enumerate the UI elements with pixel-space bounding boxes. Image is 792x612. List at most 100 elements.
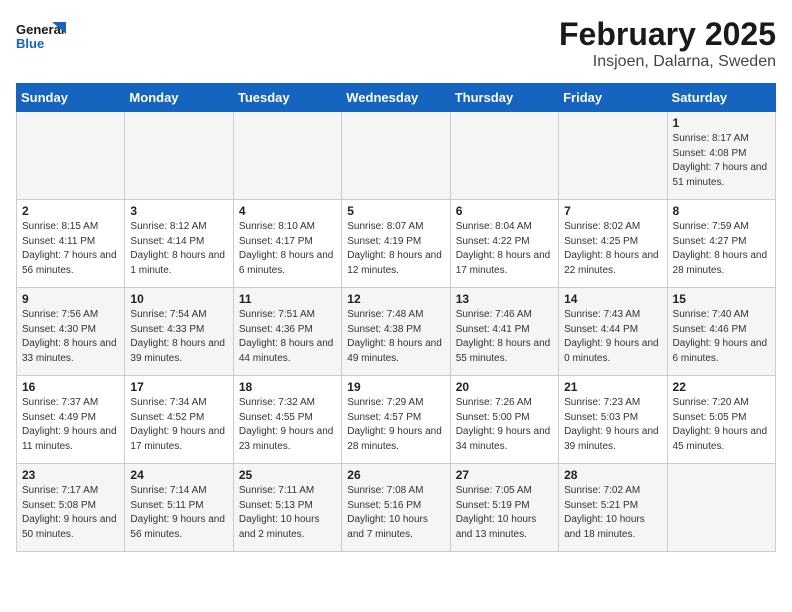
day-cell: 23 Sunrise: 7:17 AM Sunset: 5:08 PM Dayli…: [17, 464, 125, 552]
day-number: 16: [22, 380, 119, 394]
day-cell: 18 Sunrise: 7:32 AM Sunset: 4:55 PM Dayli…: [233, 376, 341, 464]
day-number: 10: [130, 292, 227, 306]
week-row-4: 16Sunrise: 7:37 AM Sunset: 4:49 PM Dayli…: [17, 376, 776, 464]
main-title: February 2025: [559, 16, 776, 53]
header-cell-sunday: Sunday: [17, 84, 125, 112]
week-row-5: 23 Sunrise: 7:17 AM Sunset: 5:08 PM Dayli…: [17, 464, 776, 552]
day-info: Sunrise: 7:34 AM Sunset: 4:52 PM Dayligh…: [130, 396, 227, 454]
day-info: Sunrise: 7:20 AM Sunset: 5:05 PM Dayligh…: [673, 396, 770, 454]
day-number: 17: [130, 380, 227, 394]
day-info: Sunrise: 7:29 AM Sunset: 4:57 PM Dayligh…: [347, 396, 444, 454]
day-cell: 14Sunrise: 7:43 AM Sunset: 4:44 PM Dayli…: [559, 288, 667, 376]
day-info: Sunrise: 8:04 AM Sunset: 4:22 PM Dayligh…: [456, 220, 553, 278]
day-cell: [233, 112, 341, 200]
day-cell: 2 Sunrise: 8:15 AM Sunset: 4:11 PM Daylig…: [17, 200, 125, 288]
day-cell: 22 Sunrise: 7:20 AM Sunset: 5:05 PM Dayli…: [667, 376, 775, 464]
day-cell: 15 Sunrise: 7:40 AM Sunset: 4:46 PM Dayli…: [667, 288, 775, 376]
header-cell-wednesday: Wednesday: [342, 84, 450, 112]
day-cell: [450, 112, 558, 200]
day-cell: [125, 112, 233, 200]
day-number: 1: [673, 116, 770, 130]
day-number: 4: [239, 204, 336, 218]
day-number: 19: [347, 380, 444, 394]
day-cell: 13 Sunrise: 7:46 AM Sunset: 4:41 PM Dayli…: [450, 288, 558, 376]
day-cell: 19 Sunrise: 7:29 AM Sunset: 4:57 PM Dayli…: [342, 376, 450, 464]
day-number: 6: [456, 204, 553, 218]
week-row-2: 2 Sunrise: 8:15 AM Sunset: 4:11 PM Daylig…: [17, 200, 776, 288]
day-cell: 17 Sunrise: 7:34 AM Sunset: 4:52 PM Dayli…: [125, 376, 233, 464]
title-area: February 2025 Insjoen, Dalarna, Sweden: [559, 16, 776, 71]
header-cell-monday: Monday: [125, 84, 233, 112]
day-number: 3: [130, 204, 227, 218]
day-cell: [342, 112, 450, 200]
day-number: 25: [239, 468, 336, 482]
day-cell: 12 Sunrise: 7:48 AM Sunset: 4:38 PM Dayli…: [342, 288, 450, 376]
day-number: 15: [673, 292, 770, 306]
day-number: 7: [564, 204, 661, 218]
header-cell-thursday: Thursday: [450, 84, 558, 112]
day-number: 27: [456, 468, 553, 482]
day-info: Sunrise: 7:32 AM Sunset: 4:55 PM Dayligh…: [239, 396, 336, 454]
day-cell: 25Sunrise: 7:11 AM Sunset: 5:13 PM Dayli…: [233, 464, 341, 552]
day-info: Sunrise: 7:23 AM Sunset: 5:03 PM Dayligh…: [564, 396, 661, 454]
day-number: 21: [564, 380, 661, 394]
day-number: 26: [347, 468, 444, 482]
week-row-3: 9Sunrise: 7:56 AM Sunset: 4:30 PM Daylig…: [17, 288, 776, 376]
day-info: Sunrise: 7:40 AM Sunset: 4:46 PM Dayligh…: [673, 308, 770, 366]
day-cell: 24 Sunrise: 7:14 AM Sunset: 5:11 PM Dayli…: [125, 464, 233, 552]
subtitle: Insjoen, Dalarna, Sweden: [559, 53, 776, 71]
day-cell: 8 Sunrise: 7:59 AM Sunset: 4:27 PM Daylig…: [667, 200, 775, 288]
day-number: 12: [347, 292, 444, 306]
day-info: Sunrise: 7:17 AM Sunset: 5:08 PM Dayligh…: [22, 484, 119, 542]
header-cell-friday: Friday: [559, 84, 667, 112]
day-info: Sunrise: 8:10 AM Sunset: 4:17 PM Dayligh…: [239, 220, 336, 278]
day-info: Sunrise: 7:51 AM Sunset: 4:36 PM Dayligh…: [239, 308, 336, 366]
day-cell: 5Sunrise: 8:07 AM Sunset: 4:19 PM Daylig…: [342, 200, 450, 288]
day-cell: 1 Sunrise: 8:17 AM Sunset: 4:08 PM Daylig…: [667, 112, 775, 200]
day-cell: 20 Sunrise: 7:26 AM Sunset: 5:00 PM Dayli…: [450, 376, 558, 464]
day-info: Sunrise: 7:02 AM Sunset: 5:21 PM Dayligh…: [564, 484, 661, 542]
day-number: 20: [456, 380, 553, 394]
day-number: 23: [22, 468, 119, 482]
day-number: 2: [22, 204, 119, 218]
day-cell: 21 Sunrise: 7:23 AM Sunset: 5:03 PM Dayli…: [559, 376, 667, 464]
day-info: Sunrise: 7:59 AM Sunset: 4:27 PM Dayligh…: [673, 220, 770, 278]
day-info: Sunrise: 7:54 AM Sunset: 4:33 PM Dayligh…: [130, 308, 227, 366]
header-cell-tuesday: Tuesday: [233, 84, 341, 112]
calendar-header-row: SundayMondayTuesdayWednesdayThursdayFrid…: [17, 84, 776, 112]
calendar-table: SundayMondayTuesdayWednesdayThursdayFrid…: [16, 83, 776, 552]
day-number: 22: [673, 380, 770, 394]
day-number: 13: [456, 292, 553, 306]
day-info: Sunrise: 7:26 AM Sunset: 5:00 PM Dayligh…: [456, 396, 553, 454]
day-cell: 6 Sunrise: 8:04 AM Sunset: 4:22 PM Daylig…: [450, 200, 558, 288]
day-cell: 16Sunrise: 7:37 AM Sunset: 4:49 PM Dayli…: [17, 376, 125, 464]
day-cell: 3 Sunrise: 8:12 AM Sunset: 4:14 PM Daylig…: [125, 200, 233, 288]
day-info: Sunrise: 7:48 AM Sunset: 4:38 PM Dayligh…: [347, 308, 444, 366]
day-cell: [17, 112, 125, 200]
day-info: Sunrise: 8:07 AM Sunset: 4:19 PM Dayligh…: [347, 220, 444, 278]
day-number: 11: [239, 292, 336, 306]
calendar-body: 1 Sunrise: 8:17 AM Sunset: 4:08 PM Daylig…: [17, 112, 776, 552]
day-number: 18: [239, 380, 336, 394]
day-info: Sunrise: 7:14 AM Sunset: 5:11 PM Dayligh…: [130, 484, 227, 542]
day-info: Sunrise: 8:12 AM Sunset: 4:14 PM Dayligh…: [130, 220, 227, 278]
day-info: Sunrise: 7:05 AM Sunset: 5:19 PM Dayligh…: [456, 484, 553, 542]
day-number: 9: [22, 292, 119, 306]
day-info: Sunrise: 7:08 AM Sunset: 5:16 PM Dayligh…: [347, 484, 444, 542]
day-info: Sunrise: 7:46 AM Sunset: 4:41 PM Dayligh…: [456, 308, 553, 366]
day-info: Sunrise: 8:17 AM Sunset: 4:08 PM Dayligh…: [673, 132, 770, 190]
day-cell: 28Sunrise: 7:02 AM Sunset: 5:21 PM Dayli…: [559, 464, 667, 552]
day-cell: 7Sunrise: 8:02 AM Sunset: 4:25 PM Daylig…: [559, 200, 667, 288]
day-cell: 9Sunrise: 7:56 AM Sunset: 4:30 PM Daylig…: [17, 288, 125, 376]
svg-text:Blue: Blue: [16, 36, 44, 51]
day-info: Sunrise: 8:15 AM Sunset: 4:11 PM Dayligh…: [22, 220, 119, 278]
day-number: 24: [130, 468, 227, 482]
header: General Blue February 2025 Insjoen, Dala…: [16, 16, 776, 71]
day-cell: 27 Sunrise: 7:05 AM Sunset: 5:19 PM Dayli…: [450, 464, 558, 552]
day-cell: 10 Sunrise: 7:54 AM Sunset: 4:33 PM Dayli…: [125, 288, 233, 376]
day-cell: 11 Sunrise: 7:51 AM Sunset: 4:36 PM Dayli…: [233, 288, 341, 376]
day-number: 8: [673, 204, 770, 218]
day-info: Sunrise: 7:43 AM Sunset: 4:44 PM Dayligh…: [564, 308, 661, 366]
header-cell-saturday: Saturday: [667, 84, 775, 112]
day-cell: [667, 464, 775, 552]
